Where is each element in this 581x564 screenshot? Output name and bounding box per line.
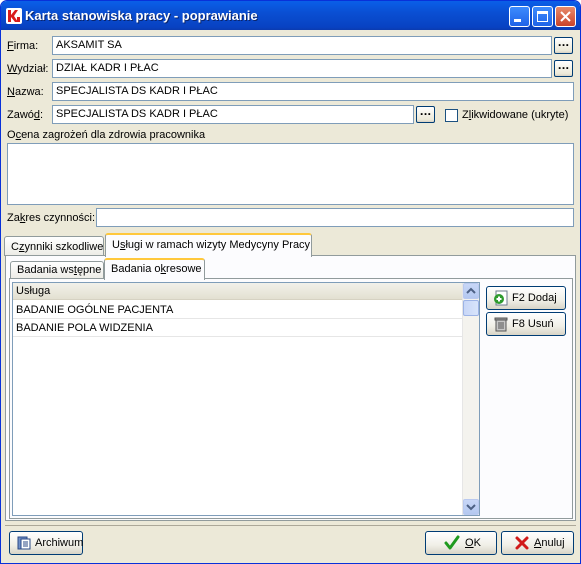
- checkmark-icon: [444, 535, 460, 550]
- dialog-window: Karta stanowiska pracy - poprawianie Fir…: [0, 0, 581, 564]
- table-row[interactable]: BADANIE OGÓLNE PACJENTA: [13, 301, 464, 319]
- tab-badania-okresowe[interactable]: Badania okresowe: [104, 258, 205, 280]
- zakres-field[interactable]: [96, 208, 574, 227]
- maximize-button[interactable]: [532, 6, 553, 27]
- archive-icon: [17, 536, 31, 550]
- wydzial-browse-button[interactable]: ...: [554, 60, 573, 77]
- zakres-label: Zakres czynności:: [7, 212, 96, 224]
- remove-service-button[interactable]: F8 Usuń: [486, 312, 566, 336]
- tab-badania-wstepne[interactable]: Badania wstępne: [10, 261, 104, 279]
- ocena-label: Ocena zagrożeń dla zdrowia pracownika: [7, 129, 206, 141]
- tab-czynniki-szkodliwe[interactable]: Czynniki szkodliwe: [4, 236, 104, 256]
- grid-vertical-scrollbar[interactable]: [462, 283, 479, 515]
- footer-separator: [5, 525, 576, 526]
- minimize-icon: [514, 19, 521, 22]
- uslugi-grid[interactable]: Usługa BADANIE OGÓLNE PACJENTA BADANIE P…: [12, 282, 480, 516]
- zlikwidowane-checkbox[interactable]: [445, 109, 458, 122]
- maximize-icon: [537, 11, 548, 22]
- tab-uslugi-medycyny-pracy[interactable]: Usługi w ramach wizyty Medycyny Pracy: [105, 233, 312, 257]
- grid-header-usluga[interactable]: Usługa: [13, 283, 464, 300]
- scroll-up-button[interactable]: [463, 283, 479, 299]
- cancel-label: Anuluj: [534, 537, 565, 549]
- zawod-field[interactable]: SPECJALISTA DS KADR I PŁAC: [52, 105, 414, 124]
- chevron-up-icon: [466, 287, 476, 294]
- close-button[interactable]: [555, 6, 576, 27]
- chevron-down-icon: [466, 504, 476, 511]
- zawod-label: Zawód:: [7, 109, 44, 121]
- close-icon: [560, 11, 571, 22]
- firma-field[interactable]: AKSAMIT SA: [52, 36, 552, 55]
- scroll-down-button[interactable]: [463, 499, 479, 515]
- firma-label: Firma:: [7, 40, 39, 52]
- table-row[interactable]: BADANIE POLA WIDZENIA: [13, 319, 464, 337]
- trash-icon: [494, 317, 508, 332]
- ok-label: OK: [465, 537, 481, 549]
- cancel-button[interactable]: Anuluj: [501, 531, 574, 555]
- add-service-button[interactable]: F2 Dodaj: [486, 286, 566, 310]
- app-logo-icon: [6, 8, 22, 24]
- firma-browse-button[interactable]: ...: [554, 37, 573, 54]
- nazwa-field[interactable]: SPECJALISTA DS KADR I PŁAC: [52, 82, 574, 101]
- cancel-x-icon: [515, 536, 529, 550]
- title-bar[interactable]: Karta stanowiska pracy - poprawianie: [1, 1, 580, 30]
- minimize-button[interactable]: [509, 6, 530, 27]
- window-title: Karta stanowiska pracy - poprawianie: [25, 8, 258, 23]
- nazwa-label: Nazwa:: [7, 86, 44, 98]
- add-icon: [494, 290, 508, 306]
- wydzial-label: Wydział:: [7, 63, 49, 75]
- zawod-browse-button[interactable]: ...: [416, 106, 435, 123]
- wydzial-field[interactable]: DZIAŁ KADR I PŁAC: [52, 59, 552, 78]
- scroll-thumb[interactable]: [463, 300, 479, 316]
- zlikwidowane-label: Zlikwidowane (ukryte): [462, 109, 569, 121]
- archiwum-button[interactable]: Archiwum: [9, 531, 83, 555]
- ocena-textarea[interactable]: [7, 143, 574, 205]
- ok-button[interactable]: OK: [425, 531, 497, 555]
